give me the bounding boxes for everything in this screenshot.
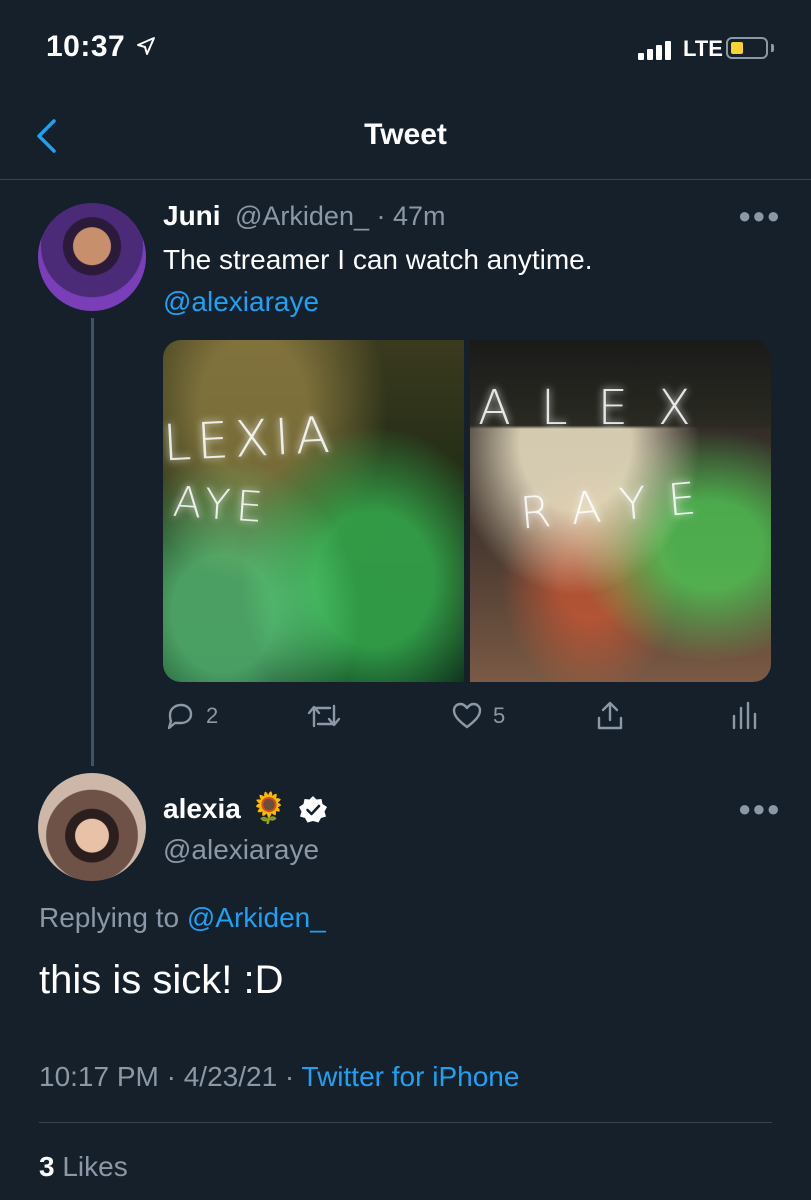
retweet-button[interactable]	[306, 700, 342, 732]
page-title: Tweet	[364, 118, 447, 151]
status-time: 10:37	[46, 30, 126, 63]
light-writing-text: RAYE	[518, 471, 721, 540]
likes-summary[interactable]: 3 Likes	[39, 1151, 128, 1183]
time-ago: · 47m	[376, 201, 446, 231]
tweet-text: this is sick! :D	[39, 958, 284, 1002]
like-count: 5	[493, 703, 506, 728]
media-photo-2[interactable]: ALEX RAYE	[470, 340, 771, 682]
like-button[interactable]: 5	[451, 700, 505, 732]
tweet-author-handle: @Arkiden_ · 47m	[235, 201, 446, 232]
mention-link[interactable]: @alexiaraye	[163, 286, 319, 318]
battery-tip	[771, 44, 774, 52]
replying-label: Replying to	[39, 902, 187, 933]
analytics-icon	[732, 701, 757, 730]
more-options-icon[interactable]: ●●●	[738, 203, 781, 229]
battery-icon	[726, 37, 768, 59]
share-icon	[597, 701, 623, 730]
likes-count: 3	[39, 1151, 55, 1182]
media-photo-1[interactable]: LEXIA AYE	[163, 340, 464, 682]
analytics-button[interactable]	[729, 700, 757, 732]
sunflower-emoji: 🌻	[250, 792, 288, 825]
replying-to: Replying to @Arkiden_	[39, 902, 326, 934]
light-writing-text: ALEX	[478, 380, 721, 436]
tweet-media[interactable]: LEXIA AYE ALEX RAYE	[163, 340, 771, 682]
share-button[interactable]	[594, 700, 626, 732]
reply-button[interactable]: 2	[164, 700, 218, 732]
tweet-metadata: 10:17 PM · 4/23/21 · Twitter for iPhone	[39, 1061, 519, 1093]
handle-text: @Arkiden_	[235, 201, 369, 231]
divider	[39, 1122, 772, 1123]
avatar[interactable]	[38, 203, 146, 311]
tweet-author-name[interactable]: alexia	[163, 793, 241, 825]
avatar[interactable]	[38, 773, 146, 881]
tweet-author-name[interactable]: Juni	[163, 200, 221, 232]
heart-icon	[452, 702, 482, 729]
likes-label: Likes	[54, 1151, 128, 1182]
back-icon[interactable]	[34, 118, 58, 154]
verified-badge-icon	[299, 796, 327, 823]
more-options-icon[interactable]: ●●●	[738, 796, 781, 822]
tweet-author-handle[interactable]: @alexiaraye	[163, 834, 319, 866]
network-label: LTE	[683, 36, 723, 61]
tweet-text: The streamer I can watch anytime.	[163, 244, 593, 275]
light-writing-text: LEXIA	[163, 405, 338, 473]
signal-icon	[638, 40, 671, 60]
retweet-icon	[307, 704, 341, 728]
reply-count: 2	[206, 703, 219, 728]
thread-line	[91, 318, 94, 766]
location-arrow-icon	[137, 37, 155, 55]
replying-to-link[interactable]: @Arkiden_	[187, 902, 326, 933]
light-writing-text: AYE	[171, 476, 271, 533]
tweet-source-link[interactable]: Twitter for iPhone	[302, 1061, 520, 1092]
tweet-timestamp: 10:17 PM · 4/23/21 ·	[39, 1061, 302, 1092]
reply-icon	[167, 703, 193, 730]
header-divider	[0, 179, 811, 180]
